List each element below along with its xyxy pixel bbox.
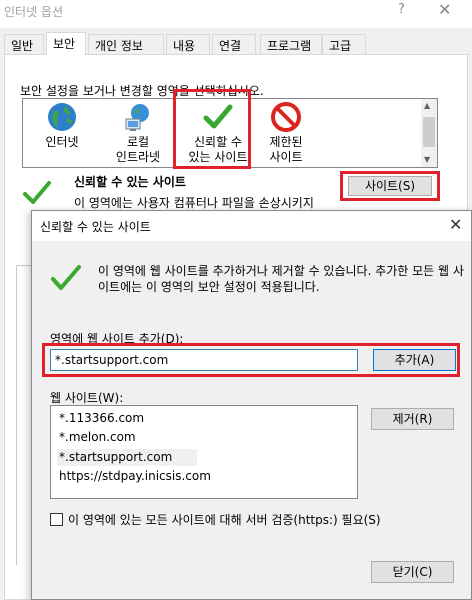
dialog-close-icon[interactable]: ✕ bbox=[449, 215, 462, 234]
tab-privacy[interactable]: 개인 정보 bbox=[88, 34, 164, 54]
tab-general[interactable]: 일반 bbox=[4, 34, 44, 54]
sites-button-highlight bbox=[340, 171, 440, 201]
tab-security[interactable]: 보안 bbox=[46, 32, 86, 55]
internet-options-title: 인터넷 옵션 bbox=[4, 5, 64, 19]
dialog-titlebar: 신뢰할 수 있는 사이트 ✕ bbox=[32, 211, 471, 241]
https-required-label: 이 영역에 있는 모든 사이트에 대해 서버 검증(https:) 필요(S) bbox=[68, 513, 381, 527]
list-item[interactable]: https://stdpay.inicsis.com bbox=[57, 468, 213, 485]
add-row-highlight bbox=[42, 343, 460, 377]
restricted-icon bbox=[271, 102, 301, 132]
remove-button-label: 제거(R) bbox=[392, 412, 433, 426]
zone-restricted-sites[interactable]: 제한된 사이트 bbox=[247, 101, 325, 165]
zone-internet[interactable]: 인터넷 bbox=[23, 101, 101, 150]
zone-local-intranet[interactable]: 로컬 인트라넷 bbox=[99, 101, 177, 165]
internet-options-titlebar: 인터넷 옵션 ? ✕ bbox=[0, 0, 472, 28]
selected-zone-title: 신뢰할 수 있는 사이트 bbox=[74, 175, 186, 189]
remove-button[interactable]: 제거(R) bbox=[371, 408, 454, 430]
close-button-label: 닫기(C) bbox=[392, 565, 433, 579]
trusted-zone-highlight bbox=[173, 89, 251, 169]
scroll-up-icon[interactable]: ▲ bbox=[424, 101, 430, 110]
trusted-sites-dialog: 신뢰할 수 있는 사이트 ✕ 이 영역에 웹 사이트를 추가하거나 제거할 수 … bbox=[31, 210, 472, 600]
trusted-checkmark-icon bbox=[23, 181, 51, 204]
tab-connections[interactable]: 연결 bbox=[212, 34, 256, 54]
list-item[interactable]: *.113366.com bbox=[57, 410, 146, 427]
zone-list-scrollbar[interactable]: ▲ ▼ bbox=[421, 99, 437, 167]
dialog-description: 이 영역에 웹 사이트를 추가하거나 제거할 수 있습니다. 추가한 모든 웹 … bbox=[98, 264, 464, 294]
list-item[interactable]: *.melon.com bbox=[57, 429, 138, 446]
tab-content[interactable]: 내용 bbox=[166, 34, 210, 54]
tab-advanced[interactable]: 고급 bbox=[322, 34, 366, 54]
scroll-down-icon[interactable]: ▼ bbox=[424, 155, 430, 164]
close-button[interactable]: 닫기(C) bbox=[371, 561, 454, 583]
close-icon[interactable]: ✕ bbox=[438, 0, 451, 19]
websites-label: 웹 사이트(W): bbox=[50, 391, 124, 405]
dialog-checkmark-icon bbox=[51, 265, 81, 290]
scroll-thumb[interactable] bbox=[423, 117, 435, 147]
selected-zone-description: 이 영역에는 사용자 컴퓨터나 파일을 손상시키지 bbox=[74, 196, 314, 210]
tab-programs[interactable]: 프로그램 bbox=[260, 34, 322, 54]
zone-local-intranet-label: 로컬 인트라넷 bbox=[115, 135, 161, 164]
dialog-title: 신뢰할 수 있는 사이트 bbox=[40, 220, 151, 234]
zone-internet-label: 인터넷 bbox=[45, 135, 79, 149]
websites-list[interactable]: *.113366.com *.melon.com *.startsupport.… bbox=[50, 405, 358, 499]
https-required-checkbox[interactable] bbox=[50, 513, 63, 526]
list-item-selected[interactable]: *.startsupport.com bbox=[57, 449, 197, 466]
globe-icon bbox=[48, 103, 76, 131]
zone-restricted-sites-label: 제한된 사이트 bbox=[269, 135, 303, 164]
help-icon[interactable]: ? bbox=[398, 2, 405, 17]
intranet-icon bbox=[125, 104, 149, 131]
